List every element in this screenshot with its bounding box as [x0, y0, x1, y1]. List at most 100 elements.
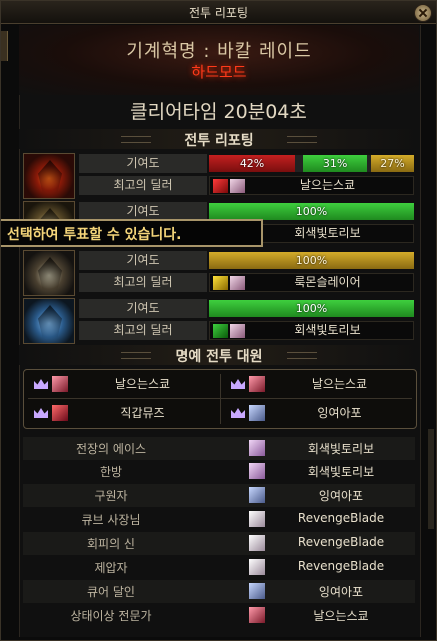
player-portrait [249, 376, 265, 392]
side-tab-handle[interactable] [1, 31, 8, 61]
section-header-honor: 명예 전투 대원 [19, 345, 419, 365]
player-portrait [249, 535, 265, 551]
contribution-label: 기여도 [79, 251, 207, 270]
player-portrait [52, 405, 68, 421]
close-icon[interactable] [414, 4, 432, 22]
player-portrait [249, 440, 265, 456]
honor-member[interactable]: 직갑뮤즈 [24, 399, 219, 427]
award-title: 상태이상 전문가 [70, 609, 152, 623]
red-raid-emblem-icon [23, 153, 75, 199]
award-title: 큐브 사장님 [81, 513, 141, 527]
honor-member-name: 직갑뮤즈 [120, 406, 165, 420]
contribution-label: 기여도 [79, 154, 207, 173]
player-portrait [249, 463, 265, 479]
red-slash-class-icon [213, 179, 228, 193]
best-dealer-label: 최고의 딜러 [79, 321, 207, 340]
contribution-bar: 42% 31% 27% [209, 155, 414, 172]
award-row[interactable]: 큐브 사장님 RevengeBlade [23, 508, 415, 531]
honor-member-name: 날으는스쿄 [311, 377, 368, 391]
award-row[interactable]: 전장의 에이스 회색빛토리보 [23, 437, 415, 460]
contribution-label: 기여도 [79, 299, 207, 318]
player-portrait [230, 179, 245, 193]
contribution-segment: 42% [209, 155, 296, 172]
player-portrait [52, 376, 68, 392]
award-player: 잉여아포 [318, 489, 364, 503]
raid-name: 기계혁명 : 바칼 레이드 [126, 41, 312, 62]
award-row[interactable]: 큐어 달인 잉여아포 [23, 580, 415, 603]
section-header-report: 전투 리포팅 [19, 129, 419, 149]
raid-header: 기계혁명 : 바칼 레이드 하드모드 [19, 25, 419, 95]
best-dealer-label: 최고의 딜러 [79, 273, 207, 292]
player-portrait [249, 607, 265, 623]
player-portrait [249, 583, 265, 599]
section-title: 명예 전투 대원 [175, 349, 263, 365]
player-portrait [249, 487, 265, 503]
award-player: 회색빛토리보 [307, 442, 375, 456]
title-bar[interactable]: 전투 리포팅 [1, 1, 436, 24]
best-dealer-name: 회색빛토리보 [294, 323, 361, 337]
contribution-segment: 100% [209, 252, 414, 269]
player-portrait [249, 405, 265, 421]
yellow-4-class-icon [213, 276, 228, 290]
best-dealer-box[interactable]: 날으는스쿄 [209, 176, 414, 195]
award-row[interactable]: 한방 회색빛토리보 [23, 460, 415, 483]
contribution-segment: 27% [370, 155, 414, 172]
section-title: 전투 리포팅 [184, 133, 254, 149]
clear-time: 클리어타임 20분04초 [130, 101, 307, 123]
right-diamond-decoration [287, 352, 317, 359]
blue-raid-emblem-icon [23, 298, 75, 344]
award-row[interactable]: 상태이상 전문가 날으는스쿄 [23, 604, 415, 627]
award-row[interactable]: 회피의 신 RevengeBlade [23, 532, 415, 555]
silver-crown-icon [231, 408, 245, 418]
player-portrait [230, 324, 245, 338]
gold-crown-icon [34, 379, 48, 389]
battle-report-window: 전투 리포팅 기계혁명 : 바칼 레이드 하드모드 클리어타임 20분04초 전… [0, 0, 437, 641]
player-portrait [249, 559, 265, 575]
best-dealer-box[interactable]: 룩몬슬레이어 [209, 273, 414, 292]
tooltip-text: 선택하여 투표할 수 있습니다. [7, 227, 182, 243]
award-player: 날으는스쿄 [313, 609, 369, 623]
award-title: 제압자 [94, 561, 128, 575]
award-player: RevengeBlade [297, 559, 385, 573]
award-player: 회색빛토리보 [307, 465, 375, 479]
honor-member-name: 잉여아포 [317, 406, 362, 420]
award-title: 회피의 신 [87, 537, 135, 551]
party-row[interactable]: 기여도 100% 최고의 딜러 룩몬슬레이어 [23, 250, 415, 296]
party-row[interactable]: 기여도 42% 31% 27% 최고의 딜러 날으는스쿄 [23, 153, 415, 199]
scrollbar[interactable] [428, 429, 434, 529]
raid-mode: 하드모드 [191, 63, 247, 81]
award-player: RevengeBlade [297, 535, 385, 549]
best-dealer-name: 날으는스쿄 [299, 178, 356, 192]
honor-member[interactable]: 날으는스쿄 [24, 370, 219, 398]
contribution-segment: 100% [209, 300, 414, 317]
gold-crown-icon [231, 379, 245, 389]
honor-member[interactable]: 잉여아포 [221, 399, 416, 427]
award-title: 전장의 에이스 [75, 442, 147, 456]
contribution-bar: 100% [209, 300, 414, 317]
award-title: 한방 [99, 465, 123, 479]
award-title: 큐어 달인 [87, 585, 135, 599]
honor-member[interactable]: 날으는스쿄 [221, 370, 416, 398]
green-2-class-icon [213, 324, 228, 338]
best-dealer-box[interactable]: 회색빛토리보 [209, 321, 414, 340]
honor-member-name: 날으는스쿄 [114, 377, 171, 391]
contribution-segment: 31% [303, 155, 367, 172]
best-dealer-name: 회색빛토리보 [294, 226, 361, 240]
award-row[interactable]: 구원자 잉여아포 [23, 484, 415, 507]
player-portrait [230, 276, 245, 290]
best-dealer-label: 최고의 딜러 [79, 176, 207, 195]
honor-members-box: 날으는스쿄 날으는스쿄 직갑뮤즈 잉여아포 [23, 369, 417, 429]
award-row[interactable]: 제압자 RevengeBlade [23, 556, 415, 579]
award-player: 잉여아포 [318, 585, 364, 599]
contribution-bar: 100% [209, 203, 414, 220]
party-row[interactable]: 기여도 100% 최고의 딜러 회색빛토리보 [23, 298, 415, 344]
best-dealer-name: 룩몬슬레이어 [294, 275, 361, 289]
window-title: 전투 리포팅 [188, 6, 248, 20]
contribution-bar: 100% [209, 252, 414, 269]
silver-crown-icon [34, 408, 48, 418]
award-player: RevengeBlade [297, 511, 385, 525]
right-diamond-decoration [287, 136, 317, 143]
vote-tooltip: 선택하여 투표할 수 있습니다. [1, 219, 263, 247]
dark-raid-emblem-icon [23, 250, 75, 296]
contribution-segment: 100% [209, 203, 414, 220]
